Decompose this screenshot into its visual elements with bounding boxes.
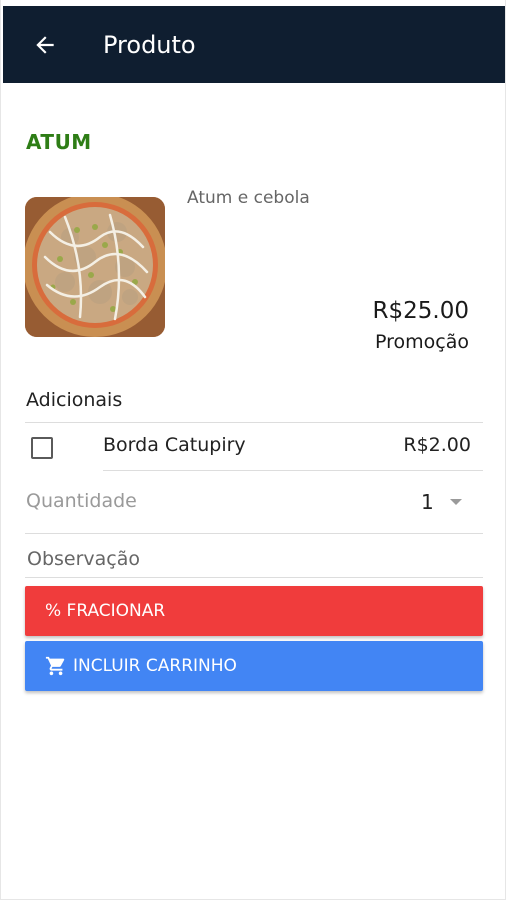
product-image (25, 197, 165, 337)
quantity-value: 1 (421, 490, 434, 514)
cart-icon (45, 655, 67, 677)
promo-label: Promoção (375, 331, 469, 353)
addon-item[interactable]: Borda Catupiry R$2.00 (25, 424, 483, 470)
addon-name: Borda Catupiry (103, 434, 246, 456)
add-to-cart-label: INCLUIR CARRINHO (73, 656, 237, 676)
dropdown-arrow-icon (449, 499, 462, 505)
product-description: Atum e cebola (187, 188, 310, 208)
divider (103, 470, 483, 471)
divider (25, 422, 483, 423)
page-title: Produto (103, 30, 196, 59)
arrow-left-icon (36, 35, 54, 54)
quantity-select[interactable]: 1 (411, 484, 475, 520)
quantity-label: Quantidade (26, 490, 137, 512)
addon-price: R$2.00 (403, 434, 471, 456)
observation-field[interactable] (25, 540, 483, 578)
addon-checkbox[interactable] (31, 437, 53, 459)
back-button[interactable] (25, 25, 65, 65)
app-bar: Produto (3, 6, 505, 83)
fracionar-label: % FRACIONAR (45, 601, 166, 621)
product-name: ATUM (26, 130, 92, 154)
fracionar-button[interactable]: % FRACIONAR (25, 586, 483, 636)
product-price: R$25.00 (372, 298, 469, 324)
product-screen: Produto ATUM Atum e cebola R$25.00 Promo… (0, 0, 506, 900)
add-to-cart-button[interactable]: INCLUIR CARRINHO (25, 641, 483, 691)
divider (25, 533, 483, 534)
pizza-photo (25, 197, 165, 337)
addons-section-label: Adicionais (26, 389, 123, 411)
